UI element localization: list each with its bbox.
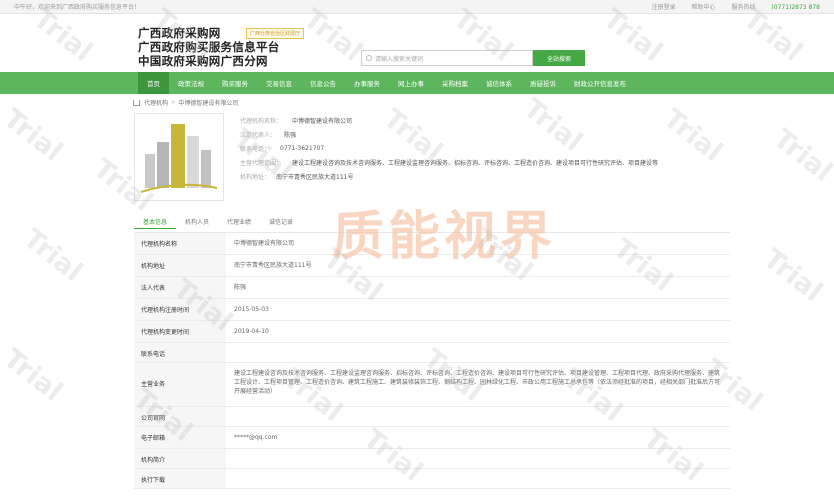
top-bar: 中午好，欢迎来到广西政府购买服务信息平台！ 注册登录 帮助中心 服务热线 (07… xyxy=(0,0,834,14)
building-logo-icon xyxy=(140,124,218,193)
header: 广西政府采购网 广西政府购买服务信息平台 中国政府采购网广西分网 广西壮族自治区… xyxy=(0,14,834,72)
row-value xyxy=(226,407,730,426)
tab-credit[interactable]: 诚信记录 xyxy=(260,215,302,229)
detail-tabs: 基本信息 机构人员 代理业绩 诚信记录 xyxy=(134,215,302,229)
nav-item-purchase[interactable]: 购买服务 xyxy=(213,72,257,94)
table-row: 代理机构注册时间 2015-05-03 xyxy=(134,299,730,321)
home-icon[interactable] xyxy=(133,99,140,106)
search-icon xyxy=(366,55,372,61)
info-label: 联系电话： xyxy=(240,145,271,153)
table-row: 主营业务 建设工程建设咨询及技术咨询服务、工程建设监理咨询服务、招标咨询、评标咨询… xyxy=(134,363,730,407)
info-row-legal: 法定代表人： 陈强 xyxy=(240,127,720,141)
row-label: 法人代表 xyxy=(134,277,226,298)
login-link[interactable]: 注册登录 xyxy=(652,4,676,11)
info-value: 中博德智建设有限公司 xyxy=(292,117,353,125)
logo-badge: 广西壮族自治区财政厅 xyxy=(246,28,305,39)
search-button[interactable]: 全站搜索 xyxy=(533,50,585,66)
row-value xyxy=(226,469,730,488)
hotline-phone: (0771)2873 878 xyxy=(771,4,820,11)
table-row: 代理机构名称 中博德智建设有限公司 xyxy=(134,233,730,255)
row-label: 执行下载 xyxy=(134,469,226,488)
row-label: 主营业务 xyxy=(134,363,226,406)
welcome-text: 中午好，欢迎来到广西政府购买服务信息平台！ xyxy=(14,4,141,11)
company-logo-image xyxy=(134,113,224,201)
row-label: 机构简介 xyxy=(134,449,226,468)
info-row-scope: 主营代理范围： 建设工程建设咨询及技术咨询服务、工程建设监理咨询服务、招标咨询、… xyxy=(240,155,720,169)
table-row: 执行下载 xyxy=(134,469,730,489)
trial-watermark: Trial xyxy=(17,223,89,288)
info-label: 法定代表人： xyxy=(240,131,277,139)
trial-watermark: Trial xyxy=(0,343,69,408)
breadcrumb-separator: › xyxy=(172,99,175,106)
top-links: 注册登录 帮助中心 服务热线 (0771)2873 878 xyxy=(638,2,820,11)
nav-item-complaint[interactable]: 质疑投诉 xyxy=(521,72,565,94)
nav-item-notice[interactable]: 信息公告 xyxy=(301,72,345,94)
table-row: 机构简介 xyxy=(134,449,730,469)
row-label: 代理机构名称 xyxy=(134,233,226,254)
nav-item-service[interactable]: 办事服务 xyxy=(345,72,389,94)
row-value: 2019-04-10 xyxy=(234,328,269,335)
breadcrumb: 代理机构 › 中博德智建设有限公司 xyxy=(133,98,238,107)
breadcrumb-item-agency[interactable]: 代理机构 xyxy=(144,98,168,107)
info-row-name: 代理机构名称： 中博德智建设有限公司 xyxy=(240,113,720,127)
nav-item-credit[interactable]: 诚信体系 xyxy=(477,72,521,94)
nav-item-archive[interactable]: 采购档案 xyxy=(433,72,477,94)
row-value: 南宁市青秀区民族大道111号 xyxy=(234,262,312,269)
trial-watermark: Trial xyxy=(757,243,829,308)
row-label: 联系电话 xyxy=(134,343,226,362)
tab-performance[interactable]: 代理业绩 xyxy=(218,215,260,229)
company-info-panel: 代理机构名称： 中博德智建设有限公司 法定代表人： 陈强 联系电话： 0771-… xyxy=(240,113,720,183)
row-value: 陈强 xyxy=(234,284,247,291)
row-label: 代理机构注册时间 xyxy=(134,299,226,320)
info-value: 陈强 xyxy=(284,131,297,139)
search-input[interactable]: 请输入搜索关键词 xyxy=(361,50,533,66)
row-value: 建设工程建设咨询及技术咨询服务、工程建设监理咨询服务、招标咨询、评标咨询、工程造… xyxy=(234,370,721,395)
logo-line-3: 中国政府采购网广西分网 xyxy=(138,54,268,68)
table-row: 公司官网 xyxy=(134,407,730,427)
nav-item-policy[interactable]: 政策法规 xyxy=(169,72,213,94)
info-row-address: 机构地址： 南宁市青秀区民族大道111号 xyxy=(240,169,720,183)
breadcrumb-item-company: 中博德智建设有限公司 xyxy=(178,100,239,107)
row-value: *****@qq.com xyxy=(234,434,278,441)
tab-staff[interactable]: 机构人员 xyxy=(176,215,218,229)
table-row: 法人代表 陈强 xyxy=(134,277,730,299)
info-label: 代理机构名称： xyxy=(240,117,283,125)
info-value: 建设工程建设咨询及技术咨询服务、工程建设监理咨询服务、招标咨询、评标咨询、工程造… xyxy=(292,159,659,167)
table-row: 电子邮箱 *****@qq.com xyxy=(134,427,730,449)
info-label: 机构地址： xyxy=(240,173,271,181)
info-label: 主营代理范围： xyxy=(240,159,283,167)
row-value xyxy=(226,449,730,468)
info-row-phone: 联系电话： 0771-3621707 xyxy=(240,141,720,155)
info-value: 南宁市青秀区民族大道111号 xyxy=(276,173,354,181)
tab-basic-info[interactable]: 基本信息 xyxy=(134,215,177,229)
row-value xyxy=(226,343,730,362)
detail-table: 代理机构名称 中博德智建设有限公司 机构地址 南宁市青秀区民族大道111号 法人代表… xyxy=(134,232,730,489)
hotline-label: 服务热线 xyxy=(731,4,756,11)
nav-item-home[interactable]: 首页 xyxy=(138,72,169,94)
row-label: 电子邮箱 xyxy=(134,427,226,448)
search-placeholder: 请输入搜索关键词 xyxy=(375,55,424,63)
row-value: 中博德智建设有限公司 xyxy=(234,240,295,247)
trial-watermark: Trial xyxy=(767,123,834,188)
nav-item-disclosure[interactable]: 财政公开信息发布 xyxy=(565,72,635,94)
table-row: 机构地址 南宁市青秀区民族大道111号 xyxy=(134,255,730,277)
nav-item-trade[interactable]: 交易信息 xyxy=(257,72,301,94)
row-label: 代理机构变更时间 xyxy=(134,321,226,342)
table-row: 联系电话 xyxy=(134,343,730,363)
nav-item-online[interactable]: 网上办事 xyxy=(389,72,433,94)
table-row: 代理机构变更时间 2019-04-10 xyxy=(134,321,730,343)
row-value: 2015-05-03 xyxy=(234,306,269,313)
info-value: 0771-3621707 xyxy=(280,144,325,152)
main-nav: 首页 政策法规 购买服务 交易信息 信息公告 办事服务 网上办事 采购档案 诚信… xyxy=(0,72,834,94)
help-link[interactable]: 帮助中心 xyxy=(692,4,716,11)
trial-watermark: Trial xyxy=(0,103,69,168)
row-label: 机构地址 xyxy=(134,255,226,276)
logo-line-2: 广西政府购买服务信息平台 xyxy=(138,40,280,54)
row-label: 公司官网 xyxy=(134,407,226,426)
